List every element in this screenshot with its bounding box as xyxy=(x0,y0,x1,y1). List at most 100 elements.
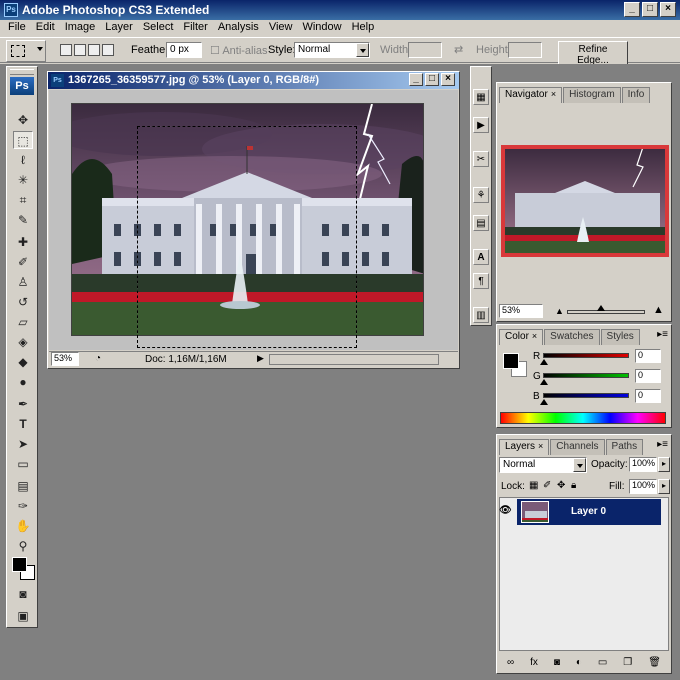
close-icon[interactable]: × xyxy=(551,89,556,99)
lock-all-icon[interactable]: 🔒︎ xyxy=(571,480,576,491)
panel-menu-icon[interactable]: ▸≡ xyxy=(657,329,668,340)
opacity-input[interactable]: 100% xyxy=(629,457,657,472)
move-tool-icon[interactable]: ✥ xyxy=(13,111,33,129)
style-select[interactable]: Normal xyxy=(294,42,370,58)
foreground-color-swatch[interactable] xyxy=(12,557,27,572)
layer-mask-icon[interactable]: ◙ xyxy=(554,657,560,668)
menu-file[interactable]: File xyxy=(4,20,32,36)
tab-navigator[interactable]: Navigator × xyxy=(499,87,563,103)
status-menu-arrow-icon[interactable]: ▶ xyxy=(257,353,264,364)
brush-tool-icon[interactable]: ✐ xyxy=(13,253,33,271)
minimize-button[interactable]: _ xyxy=(624,2,640,17)
visibility-eye-icon[interactable]: 👁︎ xyxy=(499,505,513,517)
height-input[interactable] xyxy=(508,42,542,58)
intersect-selection-icon[interactable] xyxy=(102,44,114,56)
menu-analysis[interactable]: Analysis xyxy=(214,20,265,36)
document-canvas[interactable] xyxy=(49,90,458,350)
eyedropper-tool-icon[interactable]: ✑ xyxy=(13,497,33,515)
zoom-in-icon[interactable]: ▲ xyxy=(653,304,664,316)
status-options-icon[interactable]: ◔ xyxy=(95,353,101,364)
slice-tool-icon[interactable]: ✎ xyxy=(13,211,33,229)
paint-bucket-tool-icon[interactable]: ◈ xyxy=(13,333,33,351)
menu-view[interactable]: View xyxy=(265,20,299,36)
hand-tool-icon[interactable]: ✋ xyxy=(13,517,33,535)
antialias-checkbox[interactable]: ☐ Anti-alias xyxy=(210,44,268,57)
tab-histogram[interactable]: Histogram xyxy=(563,87,621,103)
navigator-thumbnail[interactable] xyxy=(501,145,669,257)
lock-image-icon[interactable]: ✐ xyxy=(543,480,551,491)
screen-mode-icon[interactable]: ▣ xyxy=(13,607,33,625)
subtract-selection-icon[interactable] xyxy=(88,44,100,56)
photoshop-logo[interactable]: Ps xyxy=(10,77,34,95)
rectangular-marquee-tool-icon[interactable]: ⬚ xyxy=(13,131,33,149)
layer-style-fx-icon[interactable]: fx xyxy=(530,657,538,668)
maximize-button[interactable]: □ xyxy=(642,2,658,17)
menu-help[interactable]: Help xyxy=(348,20,381,36)
tool-presets-icon[interactable]: ✂ xyxy=(473,151,489,167)
new-group-icon[interactable]: ▭ xyxy=(598,657,607,668)
swap-dimensions-icon[interactable]: ⇄ xyxy=(454,43,463,56)
quick-mask-icon[interactable]: ◙ xyxy=(13,585,33,603)
brushes-panel-icon[interactable]: ▦ xyxy=(473,89,489,105)
blur-tool-icon[interactable]: ◆ xyxy=(13,353,33,371)
menu-edit[interactable]: Edit xyxy=(32,20,61,36)
magic-wand-tool-icon[interactable]: ✳ xyxy=(13,171,33,189)
crop-tool-icon[interactable]: ⌗ xyxy=(13,191,33,209)
color-spectrum-ramp[interactable] xyxy=(500,412,666,424)
type-tool-icon[interactable]: T xyxy=(13,415,33,433)
width-input[interactable] xyxy=(408,42,442,58)
menu-window[interactable]: Window xyxy=(298,20,347,36)
navigator-zoom-field[interactable]: 53% xyxy=(499,304,543,318)
zoom-tool-icon[interactable]: ⚲ xyxy=(13,537,33,555)
feather-input[interactable]: 0 px xyxy=(166,42,202,58)
history-brush-tool-icon[interactable]: ↺ xyxy=(13,293,33,311)
close-button[interactable]: × xyxy=(660,2,676,17)
panel-menu-icon[interactable]: ▸≡ xyxy=(657,439,668,450)
clone-source-icon[interactable]: ⚘ xyxy=(473,187,489,203)
r-slider[interactable] xyxy=(543,353,629,358)
layer-name[interactable]: Layer 0 xyxy=(571,506,606,517)
menu-layer[interactable]: Layer xyxy=(101,20,139,36)
lock-position-icon[interactable]: ✥ xyxy=(557,480,565,491)
menu-filter[interactable]: Filter xyxy=(179,20,213,36)
layer-comps-icon[interactable]: ▤ xyxy=(473,215,489,231)
doc-maximize-button[interactable]: □ xyxy=(425,73,439,86)
opacity-slider-arrow-icon[interactable]: ▸ xyxy=(658,457,670,472)
character-panel-icon[interactable]: A xyxy=(473,249,489,265)
g-slider-thumb[interactable] xyxy=(540,379,548,385)
blend-mode-select[interactable]: Normal xyxy=(499,457,587,473)
navigator-zoom-thumb[interactable] xyxy=(597,305,605,311)
doc-close-button[interactable]: × xyxy=(441,73,455,86)
layer-row-layer-0[interactable]: 👁︎ Layer 0 xyxy=(499,499,661,525)
fill-slider-arrow-icon[interactable]: ▸ xyxy=(658,479,670,494)
eraser-tool-icon[interactable]: ▱ xyxy=(13,313,33,331)
zoom-field[interactable]: 53% xyxy=(51,352,79,366)
tab-styles[interactable]: Styles xyxy=(600,329,640,345)
menu-image[interactable]: Image xyxy=(61,20,102,36)
clone-stamp-tool-icon[interactable]: ♙ xyxy=(13,273,33,291)
pen-tool-icon[interactable]: ✒ xyxy=(13,395,33,413)
adjustment-layer-icon[interactable]: ◐ xyxy=(576,657,582,668)
tab-paths[interactable]: Paths xyxy=(605,439,644,455)
tab-color[interactable]: Color × xyxy=(499,329,544,345)
lasso-tool-icon[interactable]: ℓ xyxy=(13,151,33,169)
r-value-input[interactable]: 0 xyxy=(635,349,661,363)
zoom-out-icon[interactable]: ▲ xyxy=(555,306,564,316)
close-icon[interactable]: × xyxy=(532,331,537,341)
paragraph-panel-icon[interactable]: ¶ xyxy=(473,273,489,289)
color-fg-swatch[interactable] xyxy=(503,353,519,369)
path-selection-tool-icon[interactable]: ➤ xyxy=(13,435,33,453)
document-titlebar[interactable]: Ps 1367265_36359577.jpg @ 53% (Layer 0, … xyxy=(48,72,459,89)
new-layer-icon[interactable]: ❐ xyxy=(623,657,632,668)
b-slider-thumb[interactable] xyxy=(540,399,548,405)
actions-panel-icon[interactable]: ▶ xyxy=(473,117,489,133)
close-icon[interactable]: × xyxy=(538,441,543,451)
horizontal-scrollbar[interactable] xyxy=(269,354,439,365)
healing-brush-tool-icon[interactable]: ✚ xyxy=(13,233,33,251)
notes-tool-icon[interactable]: ▤ xyxy=(13,477,33,495)
menu-select[interactable]: Select xyxy=(139,20,180,36)
doc-minimize-button[interactable]: _ xyxy=(409,73,423,86)
add-selection-icon[interactable] xyxy=(74,44,86,56)
tab-swatches[interactable]: Swatches xyxy=(544,329,600,345)
notes-panel-icon[interactable]: ▥ xyxy=(473,307,489,323)
